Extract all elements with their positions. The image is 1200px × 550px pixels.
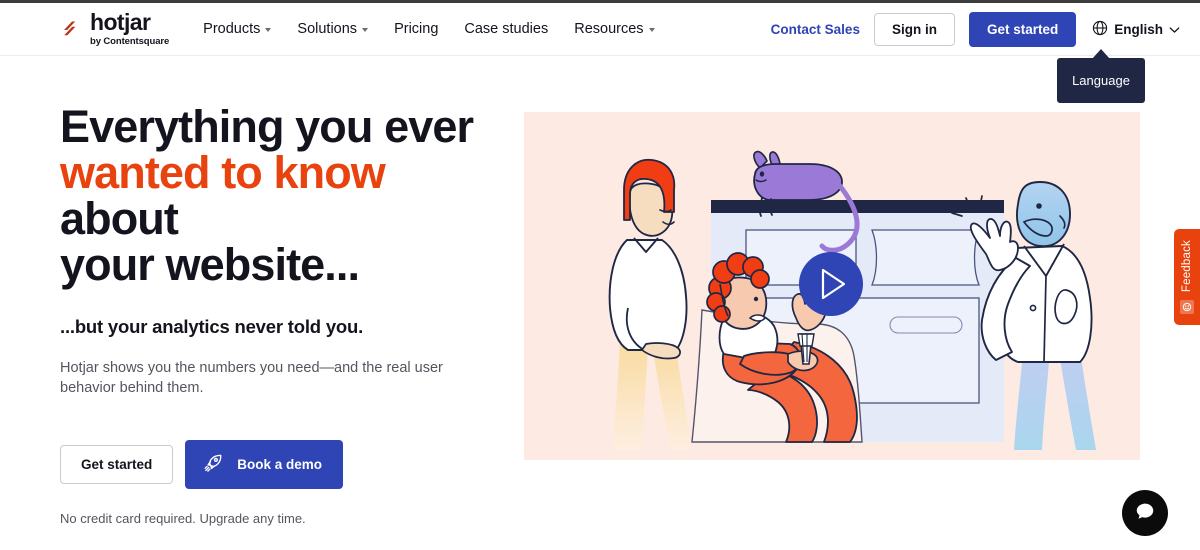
book-a-demo-label: Book a demo — [237, 456, 323, 472]
hero-body-copy: Hotjar shows you the numbers you need—an… — [60, 359, 443, 397]
chevron-down-icon — [648, 28, 655, 32]
language-tooltip: Language — [1057, 58, 1145, 103]
hero-subhead: ...but your analytics never told you. — [60, 315, 364, 337]
nav-item-pricing[interactable]: Pricing — [394, 21, 438, 37]
feedback-tab[interactable]: Feedback — [1174, 229, 1200, 325]
chevron-down-icon — [362, 28, 369, 32]
nav-label: Products — [203, 21, 261, 37]
chat-widget-button[interactable] — [1122, 490, 1168, 536]
feedback-label: Feedback — [1181, 240, 1193, 293]
nav-label: Solutions — [297, 21, 358, 37]
nav-label: Case studies — [464, 21, 549, 37]
globe-icon — [1092, 20, 1108, 39]
smiley-feedback-icon — [1180, 299, 1194, 314]
hotjar-slash-mark-icon — [60, 18, 82, 40]
language-selector[interactable]: English — [1090, 16, 1182, 43]
contact-sales-link[interactable]: Contact Sales — [771, 22, 860, 37]
chevron-down-icon — [265, 28, 272, 32]
headline-line-3: your website... — [60, 238, 360, 290]
chevron-down-icon — [1169, 22, 1180, 37]
hotjar-logo[interactable]: hotjar by Contentsquare — [60, 11, 169, 47]
hero-get-started-button[interactable]: Get started — [60, 444, 174, 484]
nav-item-case-studies[interactable]: Case studies — [464, 21, 548, 37]
hero-cta-row: Get started Book a demo — [60, 439, 500, 489]
page-root: hotjar by Contentsquare Products Solutio… — [0, 0, 1200, 550]
nav-item-resources[interactable]: Resources — [574, 21, 655, 37]
nav-label: Resources — [574, 21, 644, 37]
page-title: Everything you ever wanted to know about… — [60, 104, 500, 288]
hero-fineprint: No credit card required. Upgrade any tim… — [60, 510, 306, 526]
sign-in-button[interactable]: Sign in — [873, 12, 955, 46]
book-a-demo-button[interactable]: Book a demo — [185, 439, 344, 489]
logo-wordmark: hotjar — [90, 9, 151, 36]
headline-accent-text: wanted to know — [60, 146, 386, 198]
tooltip-text: Language — [1072, 73, 1130, 88]
header-get-started-button[interactable]: Get started — [968, 11, 1077, 47]
nav-item-products[interactable]: Products — [203, 21, 272, 37]
site-header: hotjar by Contentsquare Products Solutio… — [0, 3, 1200, 56]
nav-label: Pricing — [394, 21, 439, 37]
language-value: English — [1114, 21, 1163, 37]
headline-line-2-rest: about — [60, 192, 179, 244]
logo-tagline: by Contentsquare — [90, 36, 170, 48]
rocket-icon — [202, 452, 224, 477]
hero-illustration — [524, 112, 1140, 460]
headline-line-1: Everything you ever — [60, 101, 474, 152]
nav-item-solutions[interactable]: Solutions — [297, 21, 369, 37]
chat-bubble-icon — [1134, 500, 1156, 527]
hero-copy-block: Everything you ever wanted to know about… — [60, 104, 500, 526]
play-button — [799, 252, 863, 316]
main-navigation: Products Solutions Pricing Case studies … — [203, 21, 655, 37]
header-actions: Contact Sales Sign in Get started Englis… — [771, 11, 1182, 47]
